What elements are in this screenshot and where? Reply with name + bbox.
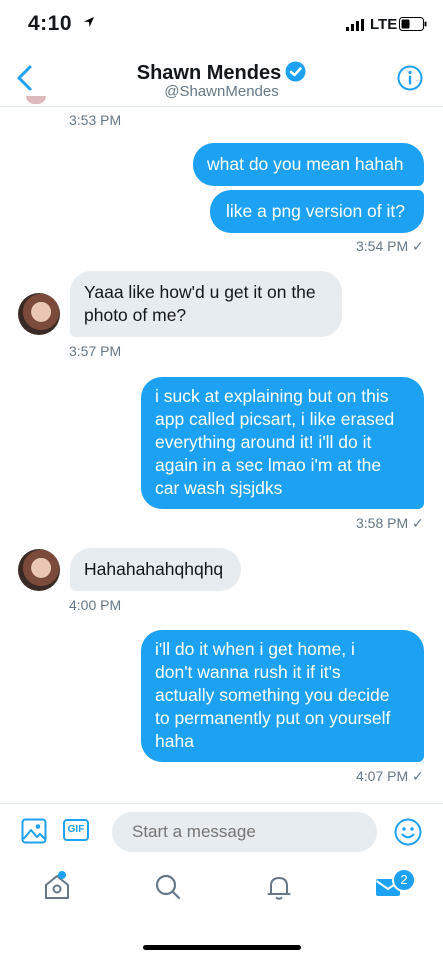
outgoing-message[interactable]: like a png version of it? xyxy=(210,190,424,233)
message-text: haha xyxy=(155,731,194,751)
status-bar: 4:10 LTE xyxy=(0,0,443,50)
location-arrow-icon xyxy=(84,17,94,27)
message-text: don't wanna rush it if it's xyxy=(155,662,341,682)
battery-icon xyxy=(399,17,427,31)
contact-name: Shawn Mendes xyxy=(136,62,282,84)
message-text: what do you mean hahah xyxy=(207,154,404,174)
conversation-title: Shawn Mendes xyxy=(0,61,443,85)
message-text: again in a sec lmao i'm at the xyxy=(155,455,382,475)
message-text: app called picsart, i like erased xyxy=(155,409,395,429)
message-text: i suck at explaining but on this xyxy=(155,386,389,406)
message-text: actually something you decide xyxy=(155,685,390,705)
message-timestamp: 3:57 PM xyxy=(69,343,122,359)
outgoing-message[interactable]: what do you mean hahah xyxy=(193,143,424,186)
message-input[interactable] xyxy=(112,812,377,852)
avatar[interactable] xyxy=(18,293,60,335)
gif-icon[interactable]: GIF xyxy=(63,819,89,841)
message-timestamp: 3:53 PM xyxy=(69,112,122,128)
image-icon[interactable] xyxy=(21,818,47,844)
signal-icon xyxy=(346,19,364,31)
contact-handle: @ShawnMendes xyxy=(164,83,279,100)
conversation-header: Shawn Mendes @ShawnMendes xyxy=(0,52,443,107)
network-label: LTE xyxy=(370,16,398,33)
message-timestamp: 4:07 PM ✓ xyxy=(356,768,424,784)
message-timestamp: 3:54 PM ✓ xyxy=(356,238,424,254)
home-indicator[interactable] xyxy=(143,945,301,950)
outgoing-message[interactable]: i suck at explaining but on this app cal… xyxy=(141,377,424,509)
message-text: Hahahahahqhqhq xyxy=(84,559,224,579)
message-text: like a png version of it? xyxy=(226,201,405,221)
new-content-dot xyxy=(58,871,66,879)
info-icon[interactable] xyxy=(397,65,423,91)
avatar[interactable] xyxy=(18,549,60,591)
divider xyxy=(0,803,443,804)
message-text: car wash sjsjdks xyxy=(155,478,283,498)
search-icon[interactable] xyxy=(154,873,182,901)
home-icon[interactable] xyxy=(43,873,71,901)
message-timestamp: 3:58 PM ✓ xyxy=(356,515,424,531)
status-time: 4:10 xyxy=(28,12,73,35)
message-text: to permanently put on yourself xyxy=(155,708,391,728)
message-text: everything around it! i'll do it xyxy=(155,432,372,452)
verified-badge-icon xyxy=(285,61,306,82)
incoming-message[interactable]: Yaaa like how'd u get it on the photo of… xyxy=(70,271,342,337)
message-text: Yaaa like how'd u get it on the xyxy=(84,282,316,302)
message-text: i'll do it when i get home, i xyxy=(155,639,355,659)
smiley-icon[interactable] xyxy=(394,818,422,846)
tab-bar xyxy=(0,865,443,925)
incoming-message[interactable]: Hahahahahqhqhq xyxy=(70,548,241,591)
outgoing-message[interactable]: i'll do it when i get home, i don't wann… xyxy=(141,630,424,762)
message-timestamp: 4:00 PM xyxy=(69,597,122,613)
message-text: photo of me? xyxy=(84,305,187,325)
bell-icon[interactable] xyxy=(265,873,293,901)
messages-badge: 2 xyxy=(392,868,416,892)
